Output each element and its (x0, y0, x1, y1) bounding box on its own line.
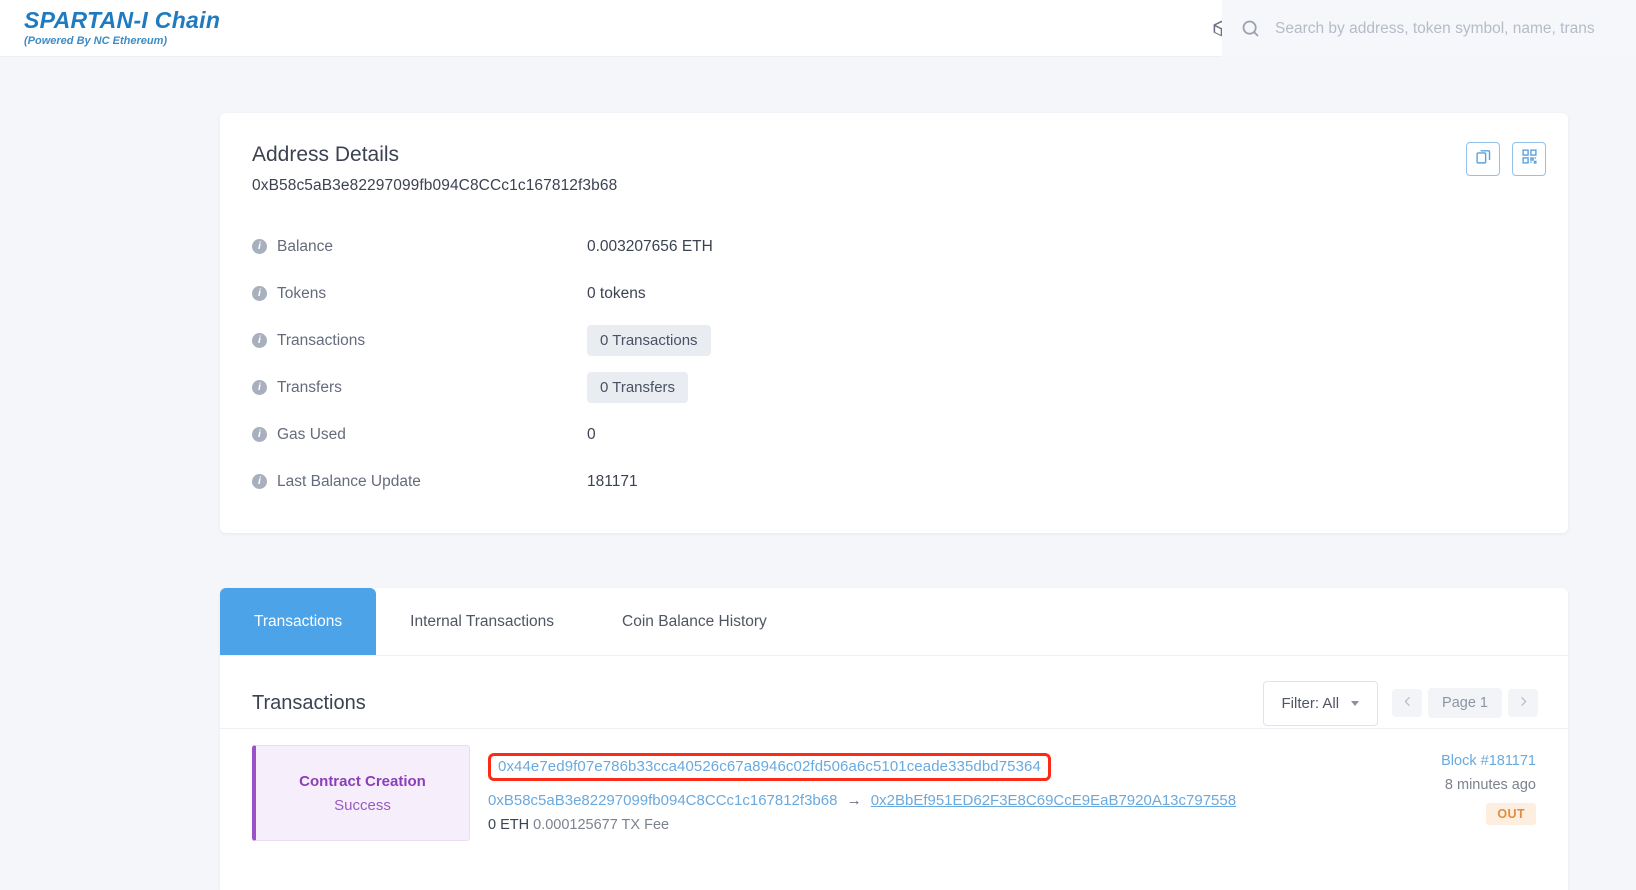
transaction-type-badge: Contract Creation Success (252, 745, 470, 841)
pagination: Page 1 (1392, 688, 1538, 718)
copy-address-button[interactable] (1466, 142, 1500, 176)
address-card-actions (1466, 142, 1546, 176)
info-icon[interactable]: i (252, 333, 267, 348)
chevron-left-icon (1401, 695, 1414, 711)
info-icon[interactable]: i (252, 239, 267, 254)
detail-label: i Tokens (252, 285, 587, 303)
address-value: 0xB58c5aB3e82297099fb094C8CCc1c167812f3b… (252, 177, 1536, 195)
detail-value: 0.003207656 ETH (587, 238, 713, 256)
search-input[interactable] (1275, 20, 1636, 38)
pagination-prev-button[interactable] (1392, 689, 1422, 717)
qr-code-button[interactable] (1512, 142, 1546, 176)
page-title: Address Details (252, 143, 1536, 167)
detail-label-text: Tokens (277, 285, 326, 303)
search-bar[interactable] (1222, 0, 1636, 57)
address-details-card: Address Details 0xB58c5aB3e82297099fb094… (220, 113, 1568, 533)
brand-title: SPARTAN-I Chain (24, 9, 220, 32)
transaction-block-link[interactable]: Block #181171 (1366, 753, 1536, 769)
transactions-header: Transactions Filter: All Page 1 (220, 656, 1568, 728)
filter-dropdown-button[interactable]: Filter: All (1263, 681, 1379, 726)
detail-label: i Last Balance Update (252, 473, 587, 491)
detail-row-last-balance-update: i Last Balance Update 181171 (252, 458, 1536, 505)
transaction-fee: 0.000125677 TX Fee (533, 817, 669, 833)
detail-label: i Gas Used (252, 426, 587, 444)
detail-label-text: Gas Used (277, 426, 346, 444)
detail-label-text: Last Balance Update (277, 473, 421, 491)
transaction-meta: Block #181171 8 minutes ago OUT (1366, 745, 1536, 841)
brand-subtitle: (Powered By NC Ethereum) (24, 36, 220, 47)
transaction-hash-highlight: 0x44e7ed9f07e786b33cca40526c67a8946c02fd… (488, 753, 1051, 781)
transaction-to-address-link[interactable]: 0x2BbEf951ED62F3E8C69CcE9EaB7920A13c7975… (871, 792, 1236, 809)
detail-label: i Transfers (252, 379, 587, 397)
search-icon (1240, 18, 1261, 39)
detail-value: 0 Transfers (587, 372, 688, 403)
transaction-from-address-link[interactable]: 0xB58c5aB3e82297099fb094C8CCc1c167812f3b… (488, 792, 837, 809)
detail-label: i Balance (252, 238, 587, 256)
site-logo[interactable]: SPARTAN-I Chain (Powered By NC Ethereum) (0, 9, 220, 47)
transaction-addresses: 0xB58c5aB3e82297099fb094C8CCc1c167812f3b… (488, 792, 1366, 809)
arrow-right-icon: → (847, 792, 862, 809)
tab-internal-transactions[interactable]: Internal Transactions (376, 588, 588, 655)
site-header: SPARTAN-I Chain (Powered By NC Ethereum)… (0, 0, 1636, 57)
transaction-age: 8 minutes ago (1366, 777, 1536, 793)
detail-value: 0 Transactions (587, 325, 711, 356)
detail-label-text: Balance (277, 238, 333, 256)
chevron-down-icon (1351, 701, 1359, 706)
transactions-count-pill[interactable]: 0 Transactions (587, 325, 711, 356)
transfers-count-pill[interactable]: 0 Transfers (587, 372, 688, 403)
detail-row-tokens: i Tokens 0 tokens (252, 270, 1536, 317)
pagination-page-label[interactable]: Page 1 (1428, 688, 1502, 718)
transaction-hash-link[interactable]: 0x44e7ed9f07e786b33cca40526c67a8946c02fd… (498, 758, 1041, 775)
section-title: Transactions (252, 692, 366, 715)
table-row: Contract Creation Success 0x44e7ed9f07e7… (220, 728, 1568, 861)
detail-label-text: Transfers (277, 379, 342, 397)
transaction-direction-badge: OUT (1486, 803, 1536, 825)
info-icon[interactable]: i (252, 474, 267, 489)
pagination-next-button[interactable] (1508, 689, 1538, 717)
chevron-right-icon (1517, 695, 1530, 711)
transaction-details: 0x44e7ed9f07e786b33cca40526c67a8946c02fd… (470, 745, 1366, 841)
transaction-value: 0 ETH (488, 817, 529, 833)
info-icon[interactable]: i (252, 380, 267, 395)
info-icon[interactable]: i (252, 286, 267, 301)
detail-value: 0 (587, 426, 596, 444)
detail-label: i Transactions (252, 332, 587, 350)
tab-coin-balance-history[interactable]: Coin Balance History (588, 588, 801, 655)
detail-value: 181171 (587, 473, 638, 491)
tab-label: Coin Balance History (622, 613, 767, 631)
transactions-card: Transactions Internal Transactions Coin … (220, 588, 1568, 890)
info-icon[interactable]: i (252, 427, 267, 442)
detail-row-balance: i Balance 0.003207656 ETH (252, 223, 1536, 270)
detail-value: 0 tokens (587, 285, 646, 303)
filter-label: Filter: All (1282, 695, 1340, 712)
tab-label: Transactions (254, 613, 342, 631)
detail-row-transactions: i Transactions 0 Transactions (252, 317, 1536, 364)
transaction-status-label: Success (334, 797, 391, 814)
address-detail-list: i Balance 0.003207656 ETH i Tokens 0 tok… (252, 223, 1536, 505)
copy-icon (1475, 148, 1492, 170)
transactions-controls: Filter: All Page 1 (1263, 681, 1538, 726)
tab-transactions[interactable]: Transactions (220, 588, 376, 655)
transaction-type-label: Contract Creation (299, 773, 426, 790)
detail-row-gas-used: i Gas Used 0 (252, 411, 1536, 458)
qr-code-icon (1521, 148, 1538, 170)
detail-row-transfers: i Transfers 0 Transfers (252, 364, 1536, 411)
tab-label: Internal Transactions (410, 613, 554, 631)
detail-label-text: Transactions (277, 332, 365, 350)
transaction-value-and-fee: 0 ETH 0.000125677 TX Fee (488, 817, 1366, 833)
tab-bar: Transactions Internal Transactions Coin … (220, 588, 1568, 656)
